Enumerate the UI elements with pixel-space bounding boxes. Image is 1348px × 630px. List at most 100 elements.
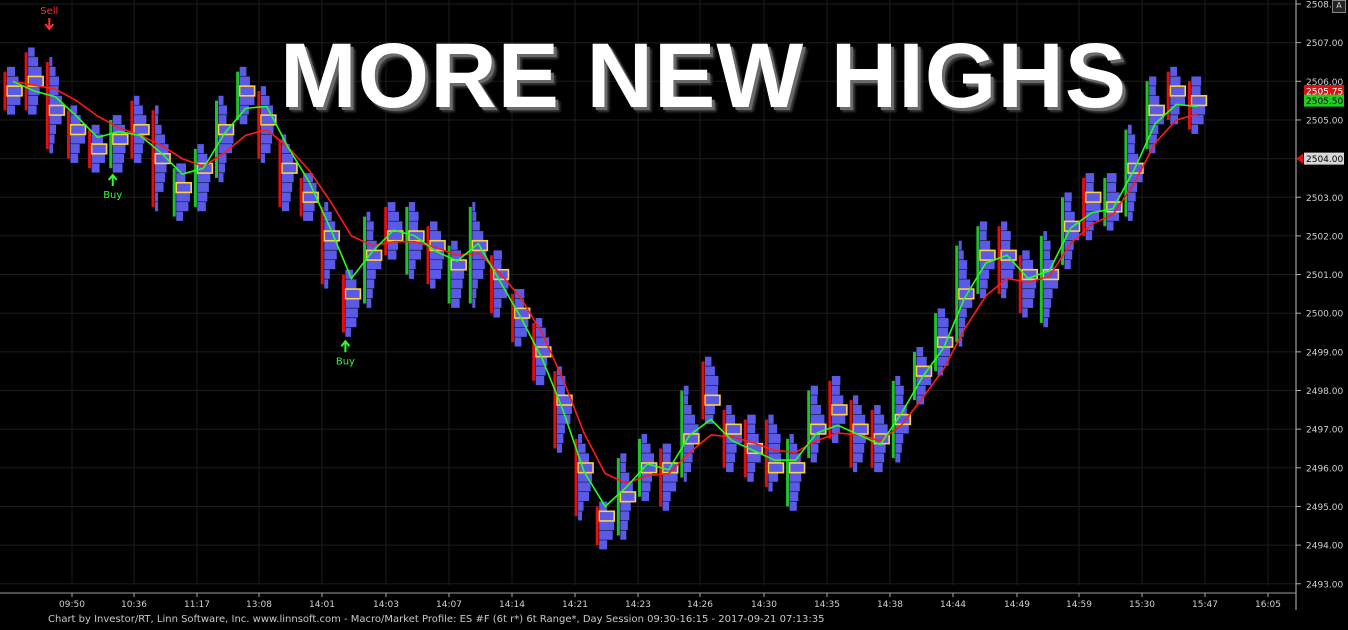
profile-row [1022,250,1030,260]
profile-row [810,395,818,405]
profile-row [853,462,858,473]
profile-row [345,327,351,337]
poc-box [598,510,616,522]
profile-row [1001,231,1011,241]
profile-row [535,318,543,328]
profile-row [197,153,208,163]
profile-row [895,376,901,386]
profile-row [493,298,502,308]
profile-row [789,501,797,511]
y-tick-label: 2493.00 [1306,580,1343,590]
profile-row [578,511,583,521]
profile-row [789,491,799,502]
profile-row [155,163,167,173]
profile-row [514,337,522,347]
profile-row [70,134,86,144]
profile-row [1001,240,1011,250]
profile-row [49,66,56,76]
profile-row [112,144,126,154]
profile-row [155,182,164,192]
profile-row [176,192,190,202]
profile-row [324,279,329,289]
profile-row [430,269,441,279]
profile-row [958,269,967,279]
profile-row [49,76,60,86]
profile-row [599,520,615,531]
y-tick-label: 2501.00 [1306,271,1343,281]
profile-row [133,105,143,115]
profile-row [366,298,372,308]
profile-row [535,376,545,386]
poc-box [408,230,425,242]
profile-row [1085,202,1101,212]
profile-row [1043,231,1048,241]
profile-row [1127,134,1136,144]
profile-row [387,221,403,231]
profile-row [831,414,846,424]
x-tick-label: 14:21 [562,600,588,610]
profile-row [979,279,988,289]
profile-row [28,47,35,57]
profile-row [810,414,825,424]
profile-row [176,211,183,221]
profile-row [49,124,57,134]
profile-row [768,414,774,424]
profile-row [472,221,480,231]
profile-row [683,462,692,473]
profile-row [641,433,647,444]
profile-row [1043,240,1051,250]
profile-row [620,453,627,463]
profile-row [683,472,687,482]
profile-row [408,269,415,279]
profile-row [1001,221,1008,231]
x-tick-label: 16:05 [1255,600,1281,610]
profile-row [1064,211,1075,221]
profile-row [916,347,924,357]
profile-row [662,491,671,502]
profile-row [197,192,208,202]
profile-row [620,462,626,473]
profile-row [28,66,42,76]
profile-row [345,279,357,289]
profile-row [683,424,699,434]
poc-box [6,85,23,97]
profile-row [768,433,781,444]
x-tick-label: 14:35 [814,600,840,610]
x-tick-label: 11:17 [184,600,210,610]
profile-row [133,153,142,163]
poc-box [111,133,129,145]
profile-row [28,57,39,67]
profile-row [916,385,926,395]
profile-row [916,356,927,366]
profile-row [1127,144,1135,154]
profile-row [281,182,293,192]
profile-row [683,395,689,405]
profile-row [1001,289,1007,299]
profile-row [810,443,819,453]
profile-row [937,327,949,337]
profile-row [472,202,476,212]
profile-row [366,260,382,270]
profile-row [726,404,732,415]
profile-row [239,95,255,105]
profile-row [472,279,478,289]
profile-row [7,105,15,115]
profile-row [281,192,291,202]
profile-row [979,221,988,231]
profile-row [895,385,904,395]
profile-row [112,115,122,125]
autoscale-button[interactable]: A [1332,0,1346,13]
profile-row [874,453,885,463]
profile-row [155,124,162,134]
profile-row [366,211,371,221]
profile-row [49,115,62,125]
profile-row [218,95,224,105]
buy-arrow-icon [340,339,351,353]
profile-row [324,202,329,212]
profile-row [387,202,396,212]
buy-signal-label: Buy [103,190,122,201]
profile-row [260,144,271,154]
y-tick-label: 2505.00 [1306,116,1343,126]
profile-row [641,482,651,492]
profile-row [218,115,227,125]
